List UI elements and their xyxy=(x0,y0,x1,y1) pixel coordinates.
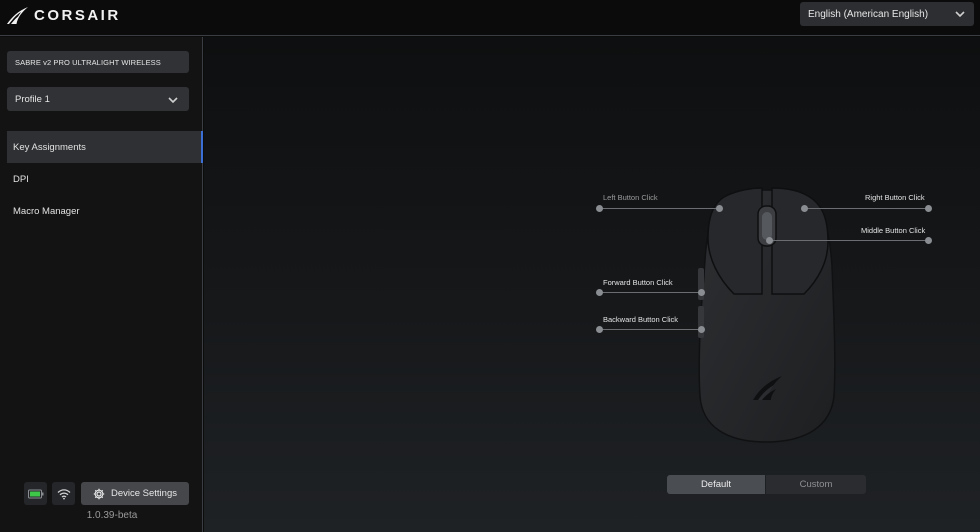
forward-button-callout-dot[interactable] xyxy=(596,289,603,296)
main-panel xyxy=(204,37,980,532)
right-button-callout-dot[interactable] xyxy=(925,205,932,212)
middle-button-anchor-dot xyxy=(766,237,773,244)
mouse-illustration xyxy=(698,187,836,443)
backward-button-label[interactable]: Backward Button Click xyxy=(603,315,678,324)
top-bar: CORSAIR English (American English) xyxy=(0,0,980,36)
backward-button-callout-line xyxy=(599,329,702,330)
forward-button-callout-line xyxy=(599,292,702,293)
sidebar-item-label: Macro Manager xyxy=(13,205,80,217)
sidebar-item-key-assignments[interactable]: Key Assignments xyxy=(7,131,203,163)
left-button-label[interactable]: Left Button Click xyxy=(603,193,658,202)
chevron-down-icon xyxy=(168,97,178,104)
right-button-label[interactable]: Right Button Click xyxy=(865,193,925,202)
backward-button-callout-dot[interactable] xyxy=(596,326,603,333)
left-button-callout-dot[interactable] xyxy=(596,205,603,212)
profile-value: Profile 1 xyxy=(15,93,50,105)
wifi-icon xyxy=(57,488,70,499)
sidebar-item-label: DPI xyxy=(13,173,29,185)
corsair-logo: CORSAIR xyxy=(6,4,121,26)
language-value: English (American English) xyxy=(808,8,929,20)
forward-button-label[interactable]: Forward Button Click xyxy=(603,278,673,287)
backward-button-anchor-dot xyxy=(698,326,705,333)
device-settings-label: Device Settings xyxy=(110,488,177,499)
chevron-down-icon xyxy=(955,11,965,18)
sidebar-item-macro-manager[interactable]: Macro Manager xyxy=(7,195,203,227)
left-button-anchor-dot xyxy=(716,205,723,212)
corsair-sails-icon xyxy=(7,7,28,24)
left-button-callout-line xyxy=(599,208,719,209)
device-name-button[interactable]: SABRE v2 PRO ULTRALIGHT WIRELESS xyxy=(7,51,189,73)
default-mode-button[interactable]: Default xyxy=(667,475,765,494)
sidebar-item-dpi[interactable]: DPI xyxy=(7,163,203,195)
middle-button-callout-line xyxy=(769,240,929,241)
device-settings-button[interactable]: Device Settings xyxy=(81,482,189,505)
sidebar-item-label: Key Assignments xyxy=(13,141,86,153)
brand-name: CORSAIR xyxy=(34,6,121,24)
sidebar: SABRE v2 PRO ULTRALIGHT WIRELESS Profile… xyxy=(0,37,203,532)
app-version: 1.0.39-beta xyxy=(86,510,138,521)
battery-icon xyxy=(27,489,43,498)
gear-icon xyxy=(93,488,105,499)
battery-status-button[interactable] xyxy=(24,482,47,505)
middle-button-label[interactable]: Middle Button Click xyxy=(861,226,925,235)
profile-select[interactable]: Profile 1 xyxy=(7,87,189,111)
right-button-callout-line xyxy=(804,208,929,209)
language-select[interactable]: English (American English) xyxy=(800,2,974,26)
backward-side-button[interactable] xyxy=(698,306,704,338)
middle-button-callout-dot[interactable] xyxy=(925,237,932,244)
right-button-anchor-dot xyxy=(801,205,808,212)
wireless-status-button[interactable] xyxy=(52,482,75,505)
custom-mode-button[interactable]: Custom xyxy=(766,475,866,494)
forward-button-anchor-dot xyxy=(698,289,705,296)
